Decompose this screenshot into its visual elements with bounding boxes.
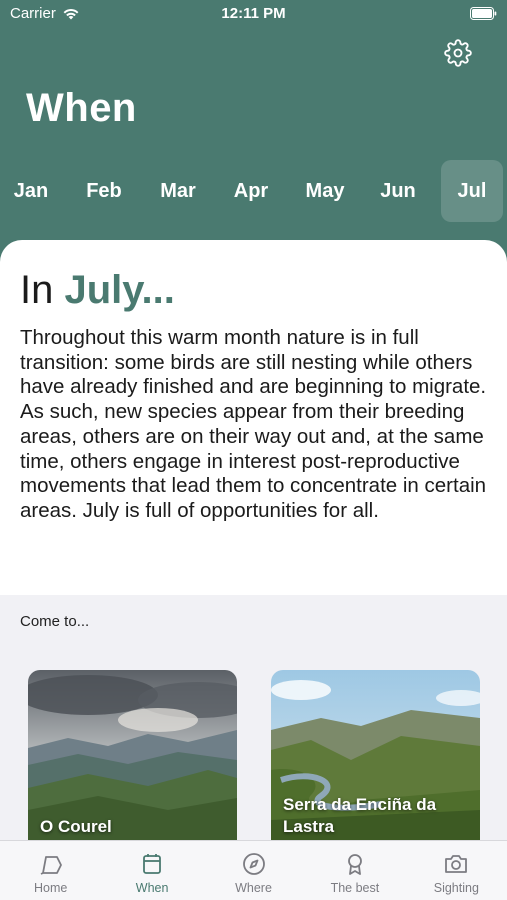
tab-label: Where xyxy=(235,881,272,895)
tab-home[interactable]: Home xyxy=(0,841,101,900)
tab-the-best[interactable]: The best xyxy=(304,841,405,900)
month-heading: In July... xyxy=(20,268,175,313)
page-title: When xyxy=(26,86,137,130)
month-tab-may[interactable]: May xyxy=(294,160,356,222)
tab-label: Sighting xyxy=(433,881,479,895)
month-description: Throughout this warm month nature is in … xyxy=(20,326,487,522)
tab-label: Home xyxy=(34,881,68,895)
month-tab-feb[interactable]: Feb xyxy=(73,160,135,222)
place-card-title: O Courel xyxy=(40,817,112,836)
place-card-o-courel[interactable]: O Courel xyxy=(28,670,237,840)
tab-when[interactable]: When xyxy=(101,841,202,900)
month-tab-apr[interactable]: Apr xyxy=(220,160,282,222)
month-tab-mar[interactable]: Mar xyxy=(147,160,209,222)
home-icon xyxy=(40,856,62,875)
tab-sighting[interactable]: Sighting xyxy=(406,841,507,900)
compass-icon xyxy=(242,853,265,875)
month-content-sheet: In July... Throughout this warm month na… xyxy=(0,240,507,595)
tab-label: When xyxy=(135,881,169,895)
camera-icon xyxy=(445,855,468,873)
tab-label: The best xyxy=(330,881,380,895)
calendar-icon xyxy=(143,854,162,874)
month-tab-jun[interactable]: Jun xyxy=(367,160,429,222)
come-to-section: Come to... O Courel Serra da Enciña da L… xyxy=(0,595,507,840)
month-selector: Jan Feb Mar Apr May Jun Jul xyxy=(0,160,507,222)
battery-icon xyxy=(470,7,497,20)
status-bar: Carrier 12:11 PM xyxy=(0,0,507,28)
award-icon xyxy=(348,854,362,875)
tab-where[interactable]: Where xyxy=(203,841,304,900)
month-tab-jan[interactable]: Jan xyxy=(0,160,62,222)
status-time: 12:11 PM xyxy=(221,5,286,22)
gear-icon xyxy=(444,39,472,67)
place-photo xyxy=(28,670,237,840)
month-tab-jul[interactable]: Jul xyxy=(441,160,503,222)
place-card-serra-da-encina[interactable]: Serra da Enciña da Lastra xyxy=(271,670,480,840)
tab-bar: Home When Where The best Sighting xyxy=(0,840,507,900)
heading-prefix: In xyxy=(20,268,54,312)
heading-month: July... xyxy=(64,268,175,312)
place-card-title: Serra da Enciña da Lastra xyxy=(283,795,437,836)
come-to-label: Come to... xyxy=(20,613,90,630)
settings-button[interactable] xyxy=(443,38,473,68)
